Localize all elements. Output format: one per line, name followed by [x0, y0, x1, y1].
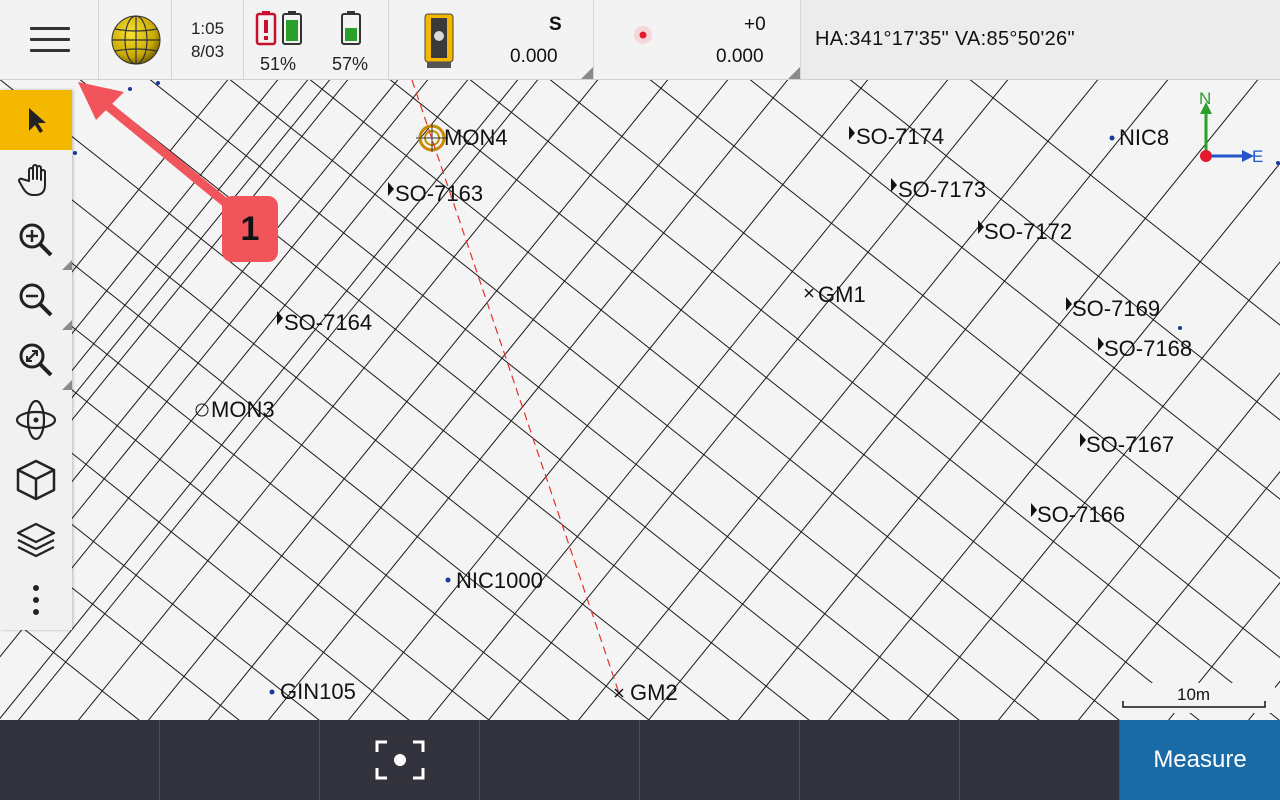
target-status[interactable]: +0 0.000 — [594, 0, 801, 79]
expand-indicator — [581, 67, 593, 79]
layers-icon — [16, 522, 56, 558]
submenu-indicator — [62, 320, 72, 330]
softkey-2[interactable] — [160, 720, 320, 800]
view-cube-tool[interactable] — [0, 450, 72, 510]
select-icon — [29, 108, 46, 133]
zoom-extents-tool[interactable] — [0, 330, 72, 390]
zoom-extents-icon — [19, 343, 53, 377]
angles-text: HA:341°17'35" VA:85°50'26" — [815, 28, 1075, 50]
select-tool[interactable] — [0, 90, 72, 150]
target-offset: +0 — [744, 14, 766, 35]
softkey-5[interactable] — [640, 720, 800, 800]
coordinate-system-button[interactable] — [99, 0, 172, 79]
expand-indicator — [788, 67, 800, 79]
battery-status[interactable]: 51% 57% — [244, 0, 389, 79]
more-icon — [33, 585, 39, 615]
zoom-in-icon — [19, 223, 53, 257]
softkey-bar: Measure — [0, 720, 1280, 800]
zoom-out-tool[interactable] — [0, 270, 72, 330]
angles-display[interactable]: HA:341°17'35" VA:85°50'26" — [801, 0, 1280, 79]
zoom-in-tool[interactable] — [0, 210, 72, 270]
orbit-icon — [15, 399, 57, 441]
pan-tool[interactable] — [0, 150, 72, 210]
total-station-icon — [424, 13, 454, 68]
face-indicator: S — [549, 14, 562, 35]
battery-external-pct: 57% — [332, 54, 369, 74]
submenu-indicator — [62, 380, 72, 390]
battery-warning-icon — [255, 11, 302, 46]
globe-icon — [111, 15, 161, 65]
zoom-out-icon — [19, 283, 53, 317]
battery-icon — [341, 11, 361, 45]
softkey-7[interactable] — [960, 720, 1120, 800]
measure-button[interactable]: Measure — [1120, 720, 1280, 800]
time-text: 1:05 — [190, 19, 225, 38]
laser-target-icon — [634, 26, 652, 44]
map-toolbar — [0, 90, 72, 630]
focus-camera-icon — [375, 740, 425, 780]
battery-internal-pct: 51% — [260, 54, 297, 74]
orbit-tool[interactable] — [0, 390, 72, 450]
menu-button[interactable] — [0, 0, 99, 79]
softkey-4[interactable] — [480, 720, 640, 800]
instrument-status[interactable]: S 0.000 — [389, 0, 594, 79]
snapshot-button[interactable] — [320, 720, 480, 800]
stakeout-guide-line — [411, 80, 620, 694]
softkey-1[interactable] — [0, 720, 160, 800]
callout-badge: 1 — [222, 196, 278, 262]
map-view[interactable]: MON4 SO-7174 NIC8 SO-7163 SO-7173 SO-717… — [0, 80, 1280, 720]
softkey-6[interactable] — [800, 720, 960, 800]
instrument-value: 0.000 — [510, 46, 558, 67]
layers-tool[interactable] — [0, 510, 72, 570]
app-window: 1:05 8/03 51% 57% S 0.000 +0 0.000 HA:34… — [0, 0, 1280, 800]
status-bar: 1:05 8/03 51% 57% S 0.000 +0 0.000 HA:34… — [0, 0, 1280, 80]
pan-icon — [18, 164, 46, 196]
submenu-indicator — [62, 260, 72, 270]
date-text: 8/03 — [190, 42, 225, 61]
time-date-display[interactable]: 1:05 8/03 — [172, 0, 244, 79]
more-tools-button[interactable] — [0, 570, 72, 630]
target-value: 0.000 — [716, 46, 764, 67]
view-cube-icon — [16, 459, 56, 501]
